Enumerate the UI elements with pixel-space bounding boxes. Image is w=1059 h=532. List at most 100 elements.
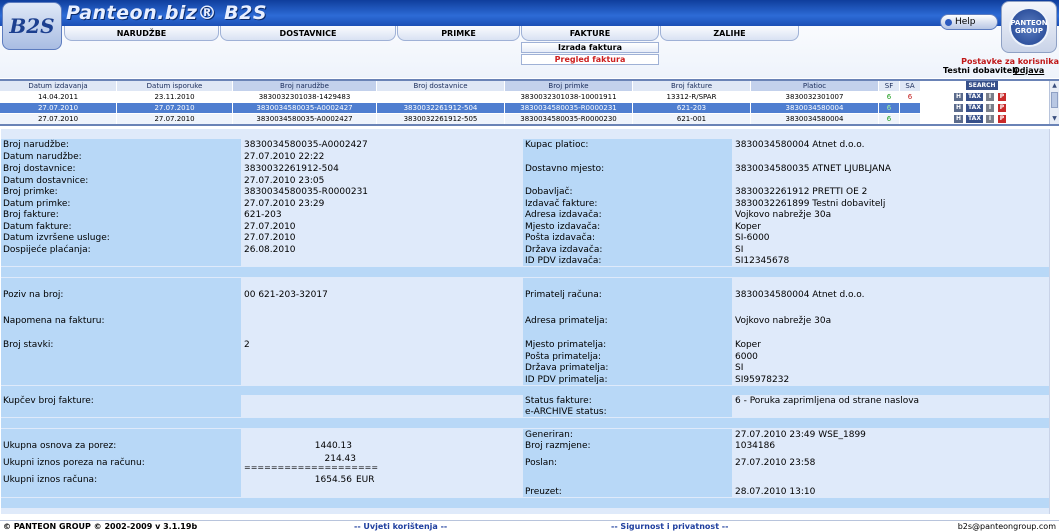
label-primatelj-racuna: Primatelj računa: <box>523 289 732 300</box>
label-dospijece: Dospijeće plaćanja: <box>1 244 241 255</box>
detail-row: Napomena na fakturu: Adresa primatelja: … <box>1 303 1050 339</box>
logout-link[interactable]: Odjava <box>1013 66 1044 75</box>
menu-zalihe[interactable]: ZALIHE <box>660 26 799 41</box>
b2s-app: B2S Panteon.biz® B2S Help PANTEON GROUP … <box>0 0 1059 532</box>
label-empty <box>1 255 241 266</box>
table-row[interactable]: 14.04.2011 23.11.2010 3830032301038-1429… <box>0 92 1048 102</box>
history-button[interactable]: H <box>954 104 963 112</box>
cell-sa: 6 <box>900 92 920 102</box>
cell-datum-izdavanja: 27.07.2010 <box>0 103 116 113</box>
header: B2S Panteon.biz® B2S Help PANTEON GROUP … <box>0 0 1059 78</box>
value-drzava-primatelja: SI <box>733 362 1050 374</box>
label-empty <box>1 406 241 417</box>
value-mjesto-izdavaca: Koper <box>733 221 1050 232</box>
detail-row: ID PDV izdavača: SI12345678 <box>1 255 1050 266</box>
help-label: Help <box>955 17 976 27</box>
detail-row: Datum narudžbe: 27.07.2010 22:22 <box>1 151 1050 163</box>
terms-link[interactable]: -- Uvjeti korištenja -- <box>354 521 447 532</box>
table-row[interactable]: 27.07.2010 27.07.2010 3830034580035-A000… <box>0 114 1048 124</box>
cell-broj-narudzbe: 3830032301038-1429483 <box>233 92 376 102</box>
scroll-up-icon[interactable]: ▲ <box>1051 82 1058 90</box>
value-empty <box>733 151 1050 163</box>
label-datum-dostavnice: Datum dostavnice: <box>1 175 241 186</box>
label-mjesto-primatelja: Mjesto primatelja: <box>523 339 732 351</box>
submenu-izrada-faktura[interactable]: Izrada faktura <box>521 42 659 53</box>
detail-row: Datum izvršene usluge: 27.07.2010 Pošta … <box>1 232 1050 244</box>
cell-broj-dostavnice: 3830032261912-504 <box>377 103 504 113</box>
col-broj-dostavnice[interactable]: Broj dostavnice <box>377 81 504 91</box>
label-empty <box>1 362 241 374</box>
details-scrollbar[interactable] <box>1049 129 1059 514</box>
b2s-logo[interactable]: B2S <box>2 2 62 50</box>
info-button[interactable]: I <box>986 104 994 112</box>
label-empty <box>1 429 241 440</box>
history-button[interactable]: H <box>954 93 963 101</box>
print-button[interactable]: P <box>998 93 1006 101</box>
tax-button[interactable]: TAX <box>966 93 983 101</box>
cell-sf: 6 <box>879 114 899 124</box>
scroll-down-icon[interactable]: ▼ <box>1051 115 1058 123</box>
col-broj-narudzbe[interactable]: Broj narudžbe <box>233 81 376 91</box>
detail-row: Država primatelja: SI <box>1 362 1050 374</box>
privacy-link[interactable]: -- Sigurnost i privatnost -- <box>611 521 728 532</box>
value-empty <box>242 406 522 417</box>
detail-row: Datum primke: 27.07.2010 23:29 Izdavač f… <box>1 198 1050 209</box>
scroll-thumb[interactable] <box>1051 92 1058 108</box>
label-poslan: Poslan: <box>523 452 732 474</box>
tax-button[interactable]: TAX <box>966 104 983 112</box>
label-posta-primatelja: Pošta primatelja: <box>523 351 732 362</box>
info-button[interactable]: I <box>986 115 994 123</box>
value-status-fakture: 6 - Poruka zaprimljena od strane naslova <box>733 395 1050 406</box>
footer: © PANTEON GROUP © 2002-2009 v 3.1.19b --… <box>0 520 1059 532</box>
label-empty <box>523 474 732 486</box>
contact-email[interactable]: b2s@panteongroup.com <box>958 521 1056 532</box>
value-earchive-status <box>733 406 1050 417</box>
cell-sf: 6 <box>879 103 899 113</box>
print-button[interactable]: P <box>998 115 1006 123</box>
menu-dostavnice[interactable]: DOSTAVNICE <box>220 26 396 41</box>
label-adresa-primatelja: Adresa primatelja: <box>523 303 732 339</box>
menu-fakture[interactable]: FAKTURE <box>521 26 659 41</box>
col-broj-fakture[interactable]: Broj fakture <box>633 81 750 91</box>
label-empty <box>523 278 732 289</box>
label-empty <box>523 151 732 163</box>
tax-button[interactable]: TAX <box>966 115 983 123</box>
b2s-logo-text: B2S <box>9 14 55 38</box>
col-datum-isporuke[interactable]: Datum isporuke <box>117 81 232 91</box>
value-dospijece: 26.08.2010 <box>242 244 522 255</box>
search-button[interactable]: SEARCH <box>966 81 998 90</box>
cell-platioc: 3830034580004 <box>751 114 878 124</box>
detail-row: Broj narudžbe: 3830034580035-A0002427 Ku… <box>1 139 1050 151</box>
label-izdavac-fakture: Izdavač fakture: <box>523 198 732 209</box>
col-sf[interactable]: SF <box>879 81 899 91</box>
label-broj-razmjene: Broj razmjene: <box>523 440 732 452</box>
label-datum-fakture: Datum fakture: <box>1 221 241 232</box>
value-preuzet: 28.07.2010 13:10 <box>733 486 1050 497</box>
col-broj-primke[interactable]: Broj primke <box>505 81 632 91</box>
col-datum-izdavanja[interactable]: Datum izdavanja <box>0 81 116 91</box>
menu-primke[interactable]: PRIMKE <box>397 26 520 41</box>
cell-broj-dostavnice <box>377 92 504 102</box>
help-button[interactable]: Help <box>940 14 998 30</box>
history-button[interactable]: H <box>954 115 963 123</box>
label-adresa-izdavaca: Adresa izdavača: <box>523 209 732 221</box>
col-platioc[interactable]: Platioc <box>751 81 878 91</box>
value-drzava-izdavaca: SI <box>733 244 1050 255</box>
label-id-pdv-primatelja: ID PDV primatelja: <box>523 374 732 385</box>
label-napomena: Napomena na fakturu: <box>1 303 241 339</box>
table-row-selected[interactable]: 27.07.2010 27.07.2010 3830034580035-A000… <box>0 103 1048 113</box>
separator-band <box>1 498 1050 508</box>
submenu-pregled-faktura[interactable]: Pregled faktura <box>521 54 659 65</box>
info-button[interactable]: I <box>986 93 994 101</box>
col-sa[interactable]: SA <box>900 81 920 91</box>
detail-row: Broj primke: 3830034580035-R0000231 Doba… <box>1 186 1050 198</box>
separator-band <box>1 386 1050 395</box>
value-empty <box>733 278 1050 289</box>
list-scrollbar[interactable]: ▲ ▼ <box>1049 81 1059 124</box>
menu-narudzbe[interactable]: NARUDŽBE <box>64 26 219 41</box>
print-button[interactable]: P <box>998 104 1006 112</box>
detail-row: e-ARCHIVE status: <box>1 406 1050 417</box>
cell-broj-fakture: 621-001 <box>633 114 750 124</box>
user-settings-link[interactable]: Postavke za korisnika <box>961 57 1059 66</box>
value-iznos-racuna: 1654.56 <box>242 474 354 486</box>
